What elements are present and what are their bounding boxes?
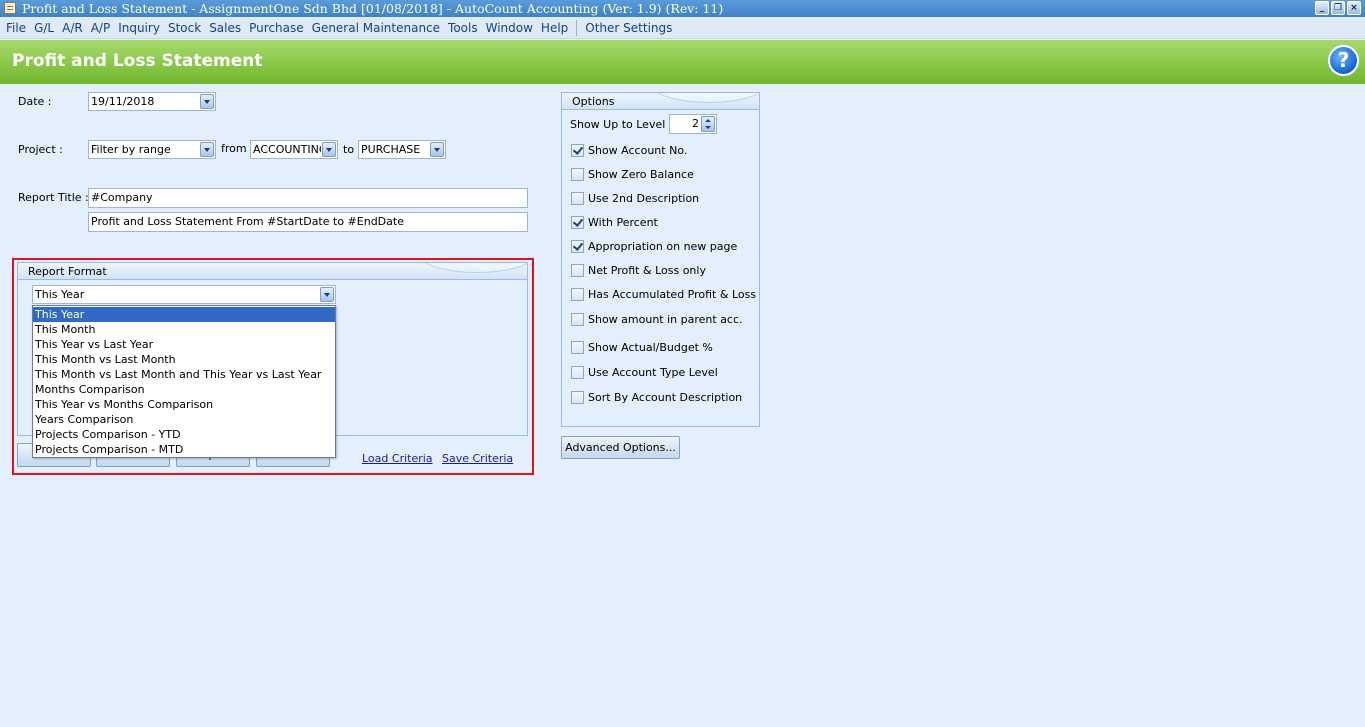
dropdown-options: This Year This Month This Year vs Last Y… — [33, 307, 335, 457]
project-from-select[interactable]: ACCOUNTING — [250, 140, 338, 159]
menu-general-maintenance[interactable]: General Maintenance — [308, 21, 444, 35]
dropdown-option[interactable]: This Month — [33, 322, 335, 337]
show-level-label: Show Up to Level : — [570, 118, 673, 131]
checkbox[interactable] — [571, 239, 584, 253]
menu-sales[interactable]: Sales — [205, 21, 245, 35]
show-level-spinner[interactable]: 2 — [669, 114, 717, 134]
checkbox[interactable] — [571, 263, 584, 277]
checkbox[interactable] — [571, 312, 584, 326]
window-title: Profit and Loss Statement - AssignmentOn… — [22, 1, 724, 16]
checkbox[interactable] — [571, 143, 584, 157]
checkbox-label: Use 2nd Description — [588, 191, 700, 205]
dropdown-option[interactable]: This Month vs Last Month and This Year v… — [33, 367, 335, 382]
menu-separator — [576, 19, 578, 36]
page-header: Profit and Loss Statement ? — [0, 40, 1365, 84]
menu-tools[interactable]: Tools — [444, 21, 482, 35]
project-filter-value: Filter by range — [91, 143, 171, 156]
checkbox-label: Sort By Account Description — [588, 390, 743, 404]
checkbox[interactable] — [571, 287, 584, 301]
checkbox-label: Net Profit & Loss only — [588, 263, 706, 277]
option-checkbox-row[interactable]: Use Account Type Level — [571, 364, 718, 380]
dropdown-option[interactable]: Months Comparison — [33, 382, 335, 397]
menu-ap[interactable]: A/P — [87, 21, 115, 35]
options-title: Options — [572, 95, 615, 108]
show-level-value: 2 — [692, 117, 699, 130]
option-checkbox-row[interactable]: Show Zero Balance — [571, 166, 694, 182]
restore-button[interactable]: ❐ — [1331, 1, 1345, 15]
menu-other-settings[interactable]: Other Settings — [581, 21, 676, 35]
option-checkbox-row[interactable]: Use 2nd Description — [571, 190, 699, 206]
project-from-value: ACCOUNTING — [253, 143, 321, 156]
project-filter-select[interactable]: Filter by range — [88, 140, 216, 159]
dropdown-option[interactable]: This Year vs Months Comparison — [33, 397, 335, 412]
page-title: Profit and Loss Statement — [12, 51, 263, 71]
checkbox[interactable] — [571, 215, 584, 229]
report-title-line2-input[interactable]: Profit and Loss Statement From #StartDat… — [88, 212, 528, 232]
menu-purchase[interactable]: Purchase — [245, 21, 308, 35]
group-header-decoration — [649, 93, 759, 103]
checkbox-label: Has Accumulated Profit & Loss — [588, 287, 757, 301]
option-checkbox-row[interactable]: Appropriation on new page — [571, 238, 737, 254]
checkbox-label: Appropriation on new page — [588, 239, 738, 253]
option-checkbox-row[interactable]: Show Account No. — [571, 142, 687, 158]
help-icon[interactable]: ? — [1328, 45, 1359, 76]
menu-gl[interactable]: G/L — [30, 21, 58, 35]
option-checkbox-row[interactable]: With Percent — [571, 214, 658, 230]
menu-inquiry[interactable]: Inquiry — [114, 21, 164, 35]
date-value: 19/11/2018 — [91, 95, 155, 108]
chevron-down-icon[interactable] — [200, 142, 214, 157]
checkbox[interactable] — [571, 191, 584, 205]
checkbox-label: Show Zero Balance — [588, 167, 694, 181]
project-to-value: PURCHASE — [361, 143, 421, 156]
menu-window[interactable]: Window — [482, 21, 537, 35]
checkbox-label: Show Account No. — [588, 143, 688, 157]
option-checkbox-row[interactable]: Show amount in parent acc. — [571, 311, 743, 327]
chevron-down-icon[interactable] — [322, 142, 336, 157]
checkbox[interactable] — [571, 390, 584, 404]
window-titlebar: Profit and Loss Statement - AssignmentOn… — [0, 0, 1365, 17]
dropdown-option[interactable]: This Year — [33, 307, 335, 322]
option-checkbox-row[interactable]: Has Accumulated Profit & Loss — [571, 286, 756, 302]
dropdown-option[interactable]: This Year vs Last Year — [33, 337, 335, 352]
close-window-button[interactable]: × — [1347, 1, 1361, 15]
checkbox-label: Use Account Type Level — [588, 365, 718, 379]
from-label: from — [221, 142, 247, 155]
dropdown-option[interactable]: This Month vs Last Month — [33, 352, 335, 367]
checkbox-label: Show Actual/Budget % — [588, 340, 713, 354]
date-label: Date : — [18, 95, 52, 108]
options-heading: Options — [562, 93, 759, 110]
advanced-options-button[interactable]: Advanced Options... — [561, 436, 680, 459]
option-checkbox-row[interactable]: Net Profit & Loss only — [571, 262, 706, 278]
checkbox-label: With Percent — [588, 215, 658, 229]
report-title-line1-input[interactable]: #Company — [88, 188, 528, 208]
report-format-dropdown-list: This Year This Month This Year vs Last Y… — [32, 305, 336, 458]
dropdown-option[interactable]: Projects Comparison - MTD — [33, 442, 335, 457]
menu-file[interactable]: File — [0, 21, 30, 35]
checkbox[interactable] — [571, 340, 584, 354]
menu-help[interactable]: Help — [537, 21, 572, 35]
menu-ar[interactable]: A/R — [58, 21, 87, 35]
chevron-down-icon[interactable] — [200, 94, 214, 109]
checkbox[interactable] — [571, 167, 584, 181]
report-title-label: Report Title : — [18, 191, 89, 204]
app-icon — [4, 2, 16, 14]
window-controls: _ ❐ × — [1315, 1, 1361, 15]
menu-bar: File G/L A/R A/P Inquiry Stock Sales Pur… — [0, 17, 1365, 39]
chevron-down-icon[interactable] — [430, 142, 444, 157]
dropdown-option[interactable]: Projects Comparison - YTD — [33, 427, 335, 442]
project-to-select[interactable]: PURCHASE — [358, 140, 446, 159]
minimize-button[interactable]: _ — [1315, 1, 1329, 15]
checkbox[interactable] — [571, 365, 584, 379]
project-label: Project : — [18, 143, 63, 156]
checkbox-label: Show amount in parent acc. — [588, 312, 743, 326]
menu-stock[interactable]: Stock — [164, 21, 205, 35]
dropdown-option[interactable]: Years Comparison — [33, 412, 335, 427]
date-picker[interactable]: 19/11/2018 — [88, 92, 216, 111]
spinner-arrows-icon[interactable] — [701, 116, 715, 132]
option-checkbox-row[interactable]: Sort By Account Description — [571, 389, 742, 405]
option-checkbox-row[interactable]: Show Actual/Budget % — [571, 339, 713, 355]
to-label: to — [343, 143, 355, 156]
